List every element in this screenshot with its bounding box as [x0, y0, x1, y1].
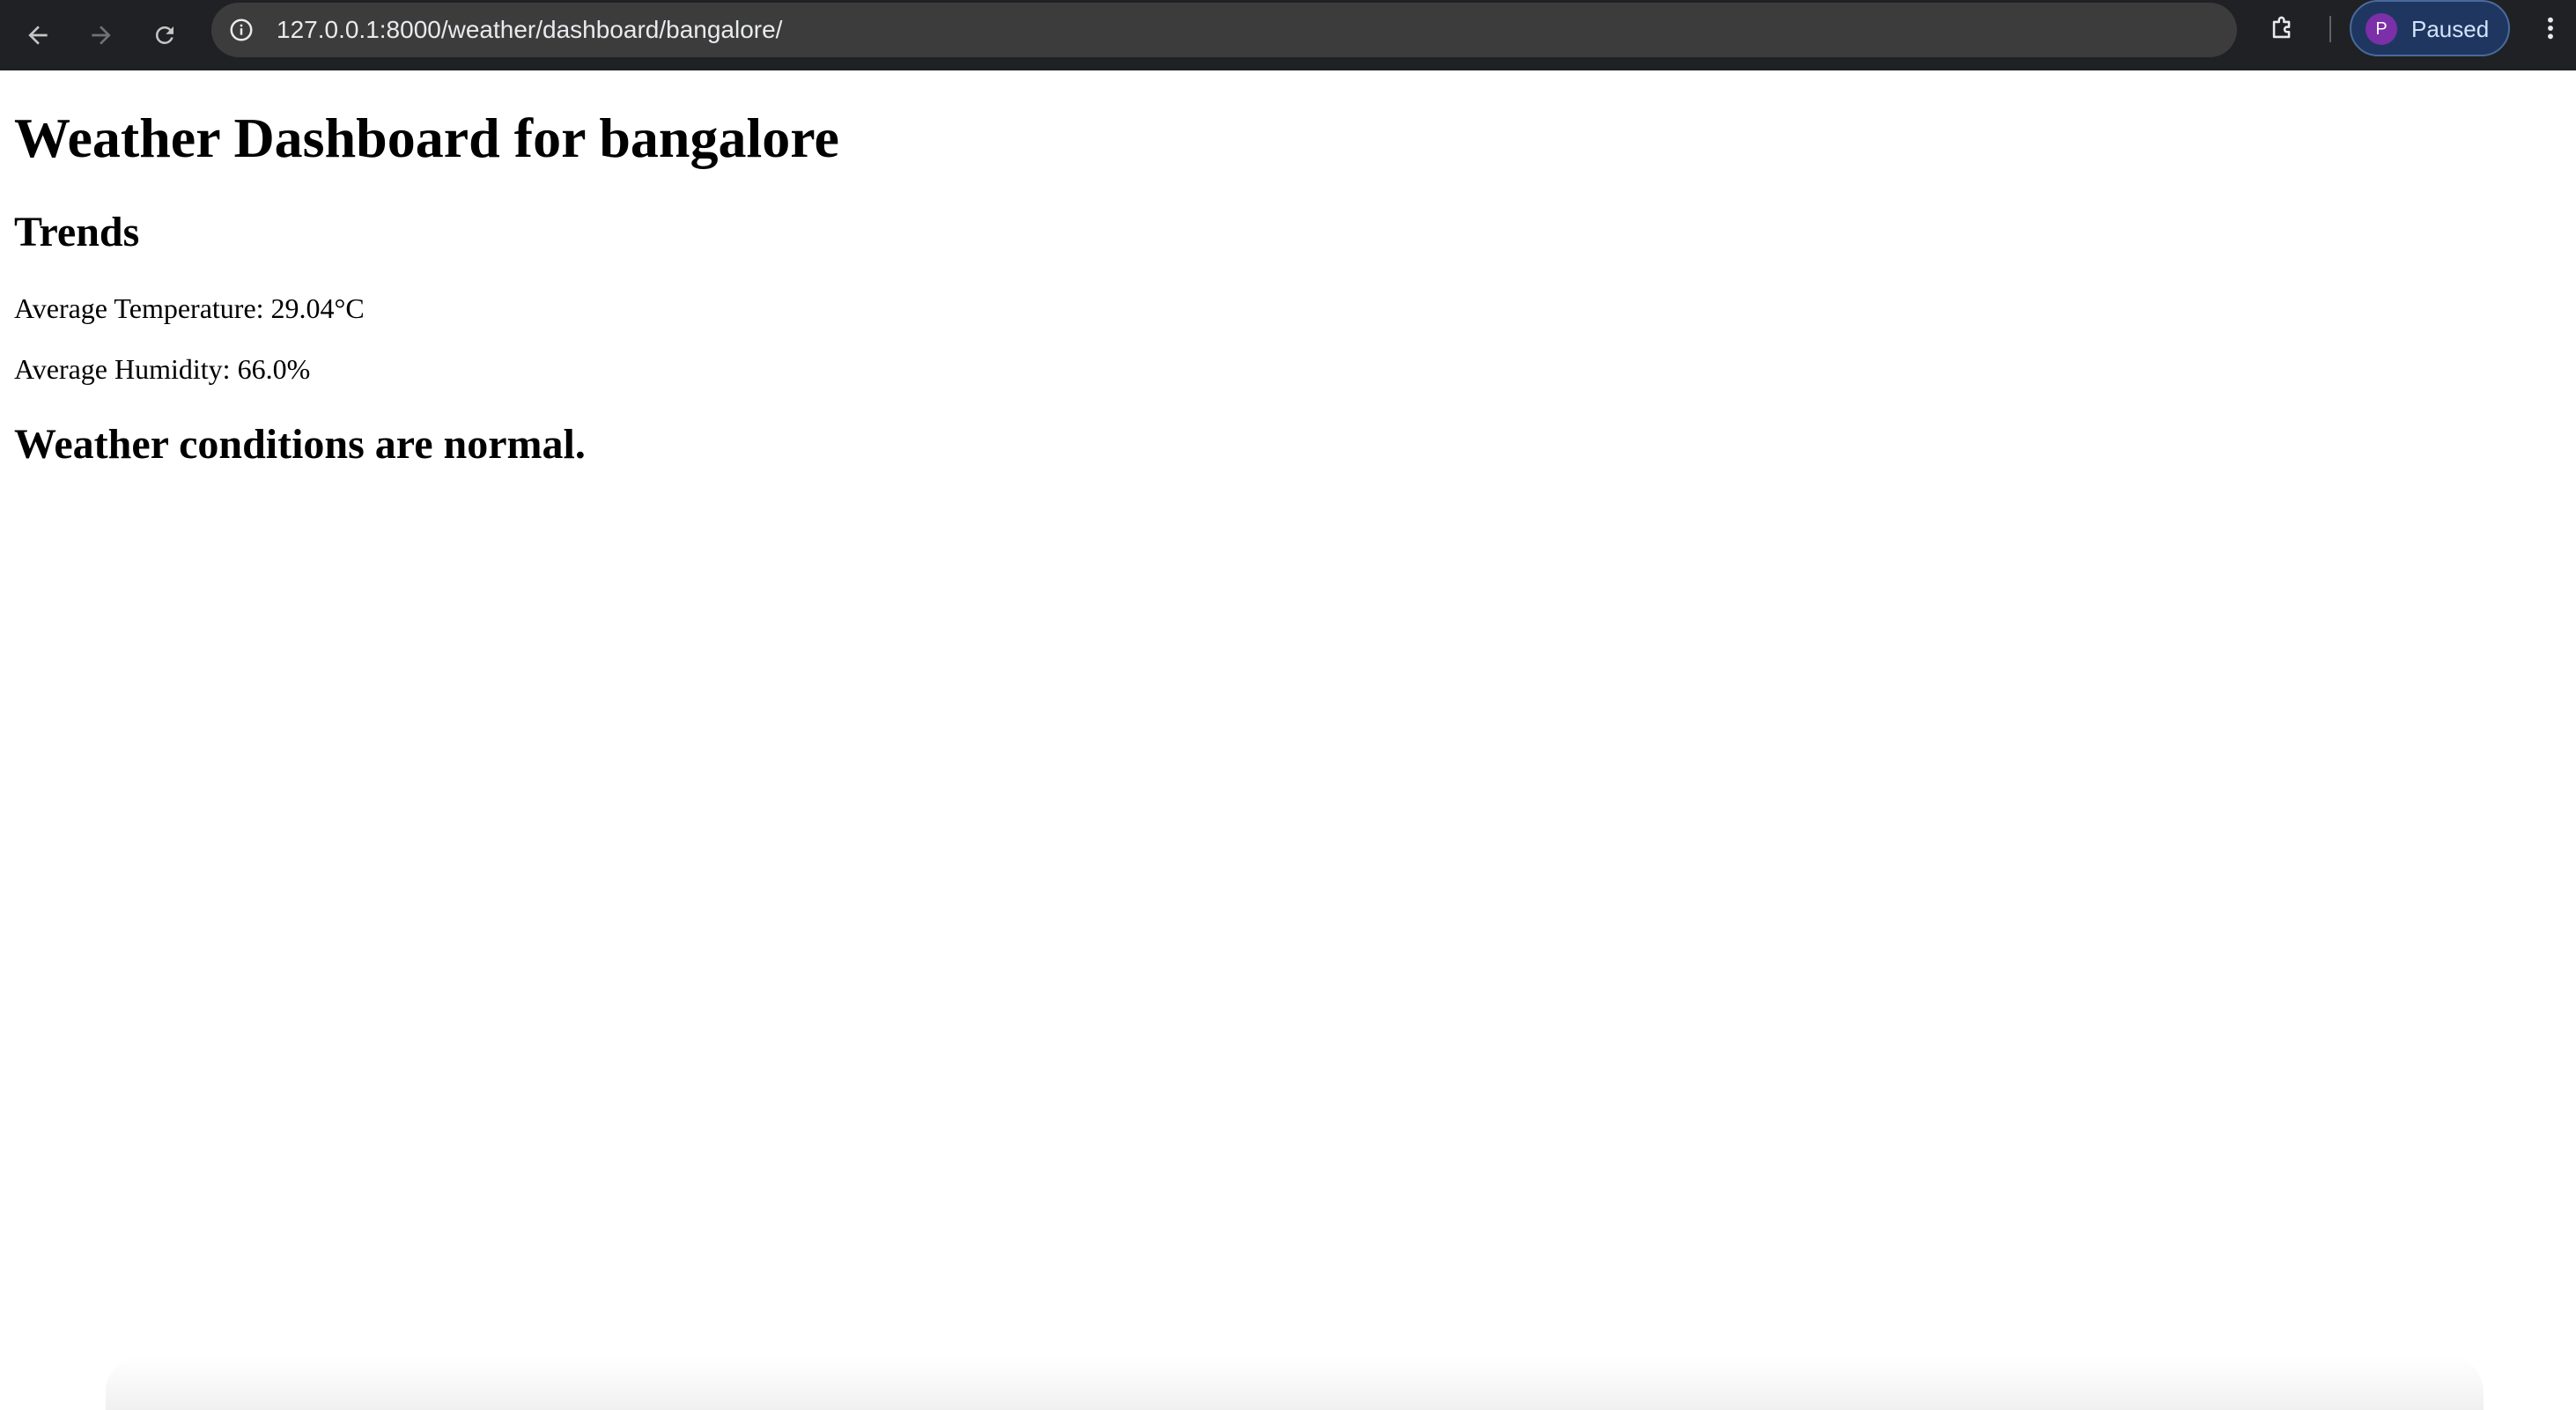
average-humidity: Average Humidity: 66.0% [14, 353, 311, 385]
trends-heading: Trends [14, 209, 140, 255]
browser-menu-button[interactable] [2526, 4, 2575, 53]
arrow-right-icon [92, 26, 111, 45]
page-title: Weather Dashboard for bangalore [14, 107, 839, 169]
reload-icon [155, 26, 173, 44]
kebab-menu-icon [2548, 17, 2553, 40]
site-info-button[interactable] [222, 11, 261, 49]
forward-button[interactable] [77, 11, 126, 60]
arrow-left-icon [28, 26, 48, 45]
average-temperature: Average Temperature: 29.04°C [14, 292, 365, 324]
weather-status-message: Weather conditions are normal. [14, 421, 586, 468]
address-bar[interactable]: 127.0.0.1:8000/weather/dashboard/bangalo… [211, 3, 2414, 57]
puzzle-icon [2272, 16, 2291, 39]
toolbar-divider [2329, 16, 2331, 42]
url-text[interactable]: 127.0.0.1:8000/weather/dashboard/bangalo… [277, 3, 782, 57]
avatar: P [2366, 13, 2397, 45]
reload-button[interactable] [140, 11, 189, 60]
back-button[interactable] [13, 11, 63, 60]
browser-toolbar: 127.0.0.1:8000/weather/dashboard/bangalo… [0, 0, 2576, 70]
extensions-button[interactable] [2258, 4, 2307, 53]
profile-status-label: Paused [2411, 16, 2490, 42]
profile-button[interactable]: P Paused [2350, 0, 2510, 56]
info-icon [230, 18, 253, 41]
window-bottom-shadow [106, 1356, 2484, 1410]
